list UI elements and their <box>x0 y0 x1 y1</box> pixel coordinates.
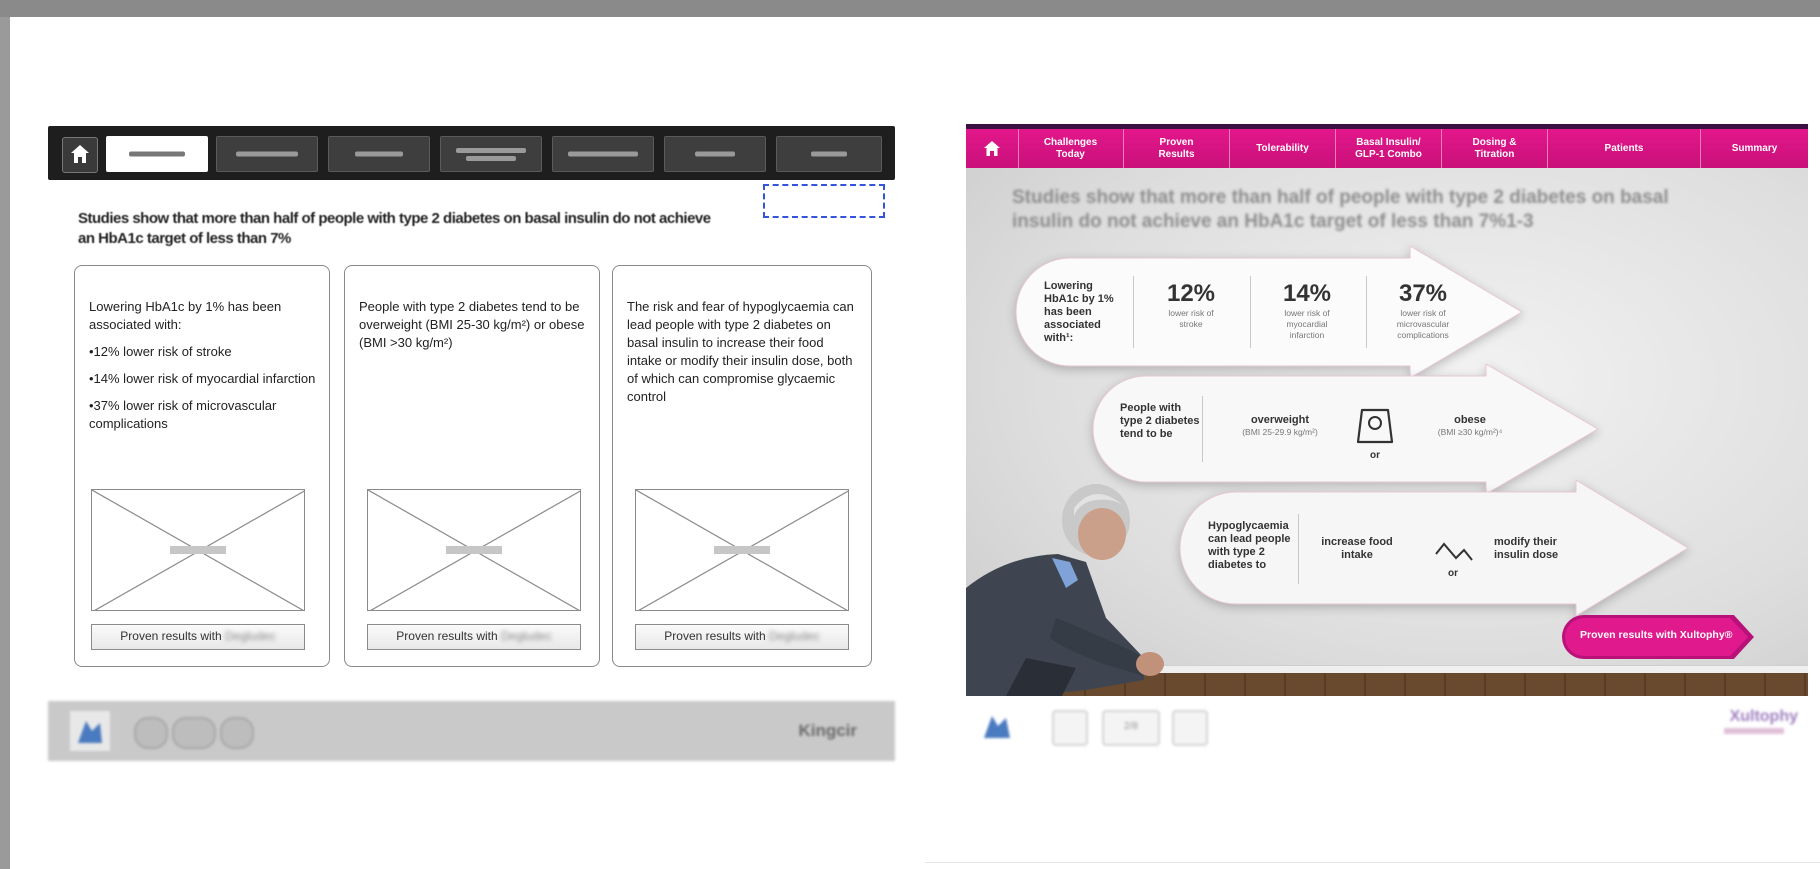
footer-brand: Kingcir <box>798 721 857 740</box>
stat-block: 14% lower risk of myocardial infarction <box>1254 280 1360 341</box>
wireframe-footer-control[interactable] <box>172 717 216 749</box>
wireframe-home-button[interactable] <box>62 137 98 173</box>
dose-change-icon <box>1435 542 1473 561</box>
company-logo-icon <box>70 711 110 751</box>
obese-title: obese <box>1454 414 1486 426</box>
or-label: or <box>1448 568 1458 579</box>
arrow-label: People with type 2 diabetes tend to be <box>1120 402 1200 440</box>
wireframe-nav-bar <box>48 126 895 180</box>
proven-results-button[interactable]: Proven results with Degludec <box>635 624 849 650</box>
wireframe-card-2: People with type 2 diabetes tend to be o… <box>344 265 600 667</box>
stat-arrow-hba1c: Lowering HbA1c by 1% has been associated… <box>1010 246 1530 378</box>
design-panel: Challenges Today Proven Results Tolerabi… <box>966 124 1808 746</box>
card-text: The risk and fear of hypoglycaemia can l… <box>627 299 854 404</box>
modify-insulin-dose: modify their insulin dose <box>1494 536 1559 561</box>
home-icon <box>984 141 1000 156</box>
tab-basal-insulin-glp1[interactable]: Basal Insulin/ GLP-1 Combo <box>1336 129 1442 168</box>
card-text: •37% lower risk of microvascular complic… <box>89 398 277 431</box>
overweight-title: overweight <box>1250 414 1310 426</box>
obese-sub: (BMI ≥30 kg/m²)⁴ <box>1437 427 1503 437</box>
increase-food-intake: increase food intake <box>1321 536 1393 561</box>
bottom-divider <box>925 862 1820 863</box>
card-text: People with type 2 diabetes tend to be o… <box>359 299 585 350</box>
proven-results-xultophy-button[interactable]: Proven results with Xultophy® <box>1562 615 1754 659</box>
overweight-block: overweight (BMI 25-29.9 kg/m²) <box>1220 414 1340 438</box>
tab-proven-results[interactable]: Proven Results <box>1124 129 1230 168</box>
wireframe-tab-2[interactable] <box>216 136 318 172</box>
obese-block: obese (BMI ≥30 kg/m²)⁴ <box>1408 414 1532 438</box>
design-home-button[interactable] <box>966 129 1019 168</box>
footer-brand: Xultophy <box>1729 708 1798 725</box>
previous-page-button[interactable] <box>1052 710 1088 746</box>
scale-icon <box>1356 408 1394 444</box>
wireframe-tab-7[interactable] <box>776 136 882 172</box>
wireframe-tab-3[interactable] <box>328 136 430 172</box>
seated-man-image <box>966 484 1164 696</box>
company-logo-icon <box>984 716 1010 738</box>
wireframe-footer: Kingcir <box>48 701 895 761</box>
overweight-sub: (BMI 25-29.9 kg/m²) <box>1242 427 1318 437</box>
card-text: •12% lower risk of stroke <box>89 344 232 359</box>
proven-results-button[interactable]: Proven results with Degludec <box>367 624 581 650</box>
slide-headline: Studies show that more than half of peop… <box>1012 187 1669 232</box>
cta-label: Proven results with Xultophy® <box>1580 629 1733 641</box>
proven-results-button[interactable]: Proven results with Degludec <box>91 624 305 650</box>
stat-value: 37% <box>1398 280 1448 307</box>
page-counter-text: 2/8 <box>1124 721 1138 732</box>
stat-arrow-hypoglycaemia: Hypoglycaemia can lead people with type … <box>1176 480 1696 616</box>
wireframe-footer-control[interactable] <box>220 717 254 749</box>
design-nav-bar: Challenges Today Proven Results Tolerabi… <box>966 124 1808 168</box>
tab-dosing-titration[interactable]: Dosing & Titration <box>1442 129 1548 168</box>
wireframe-headline: Studies show that more than half of peop… <box>78 210 711 247</box>
top-border <box>0 0 1820 17</box>
wireframe-card-3: The risk and fear of hypoglycaemia can l… <box>612 265 872 667</box>
wireframe-tab-5[interactable] <box>552 136 654 172</box>
stat-block: 37% lower risk of microvascular complica… <box>1370 280 1476 341</box>
card-text: Lowering HbA1c by 1% has been associated… <box>89 299 282 332</box>
wireframe-tab-4[interactable] <box>440 136 542 172</box>
card-text: •14% lower risk of myocardial infarction <box>89 371 316 386</box>
tab-summary[interactable]: Summary <box>1701 129 1808 168</box>
image-placeholder <box>91 489 305 611</box>
home-icon <box>71 145 89 163</box>
stat-value: 14% <box>1282 280 1332 307</box>
wireframe-placeholder-box <box>763 184 885 218</box>
tab-patients[interactable]: Patients <box>1548 129 1701 168</box>
or-label: or <box>1370 450 1380 461</box>
stat-caption: lower risk of microvascular complication… <box>1396 308 1450 340</box>
next-page-button[interactable] <box>1172 710 1208 746</box>
left-border <box>0 17 10 869</box>
page-counter: 2/8 <box>1102 710 1160 746</box>
design-footer-controls: 2/8 Xultophy <box>966 704 1808 754</box>
stat-caption: lower risk of stroke <box>1168 308 1214 329</box>
tab-challenges-today[interactable]: Challenges Today <box>1018 129 1124 168</box>
image-placeholder <box>367 489 581 611</box>
arrow-label: Hypoglycaemia can lead people with type … <box>1208 520 1291 571</box>
stat-value: 12% <box>1166 280 1216 307</box>
wireframe-tab-1[interactable] <box>106 136 208 172</box>
wireframe-footer-control[interactable] <box>134 717 168 749</box>
arrow-label: Lowering HbA1c by 1% has been associated… <box>1044 280 1114 344</box>
wireframe-card-1: Lowering HbA1c by 1% has been associated… <box>74 265 330 667</box>
image-placeholder <box>635 489 849 611</box>
tab-tolerability[interactable]: Tolerability <box>1230 129 1336 168</box>
footer-brand-underline <box>1724 728 1784 734</box>
wireframe-tab-6[interactable] <box>664 136 766 172</box>
stat-block: 12% lower risk of stroke <box>1138 280 1244 330</box>
wireframe-panel: Studies show that more than half of peop… <box>48 126 895 766</box>
stat-caption: lower risk of myocardial infarction <box>1284 308 1330 340</box>
